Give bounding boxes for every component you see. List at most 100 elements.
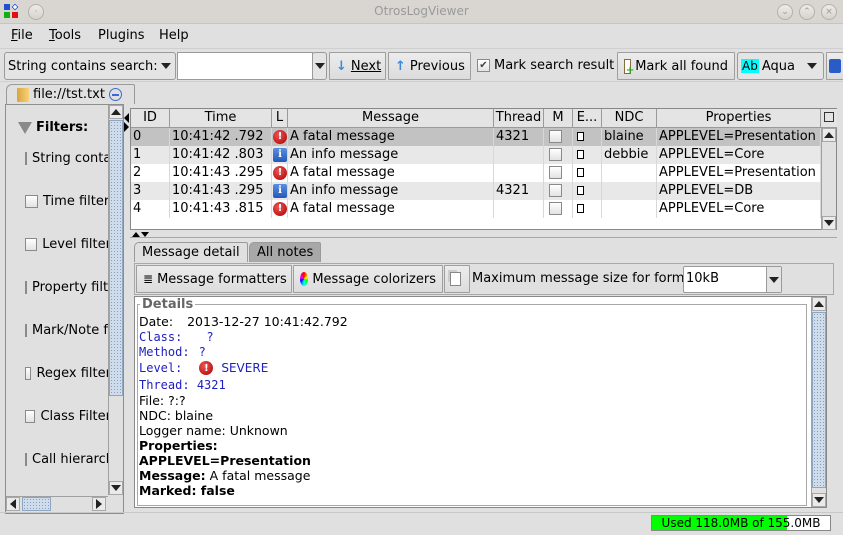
- arrow-down-icon: ↓: [336, 58, 347, 74]
- filter-icon: [18, 121, 32, 134]
- minimize-button[interactable]: ⌄: [777, 4, 793, 20]
- filter-time[interactable]: Time filter: [25, 192, 111, 210]
- details-panel: Details Date: 2013-12-27 10:41:42.792 Cla…: [134, 296, 827, 508]
- cell-ndc: blaine: [602, 128, 657, 146]
- fatal-level-icon: !: [273, 165, 287, 180]
- checkbox[interactable]: [25, 452, 27, 466]
- collapse-up-icon[interactable]: [132, 232, 140, 237]
- cell-time: 10:41:43 .295: [170, 182, 272, 200]
- collapse-down-icon[interactable]: [141, 232, 149, 237]
- copy-button[interactable]: [444, 265, 470, 293]
- cell-marked: [544, 146, 573, 164]
- message-formatters-button[interactable]: ≣ Message formatters: [136, 265, 292, 293]
- details-vertical-scrollbar[interactable]: [811, 297, 826, 507]
- table-row[interactable]: 0 10:41:42 .792! A fatal message 4321 blaine…: [131, 128, 821, 146]
- filters-vertical-scrollbar[interactable]: [108, 105, 123, 495]
- mark-all-found-button[interactable]: + Mark all found: [617, 52, 735, 80]
- max-size-select[interactable]: 10kB: [683, 266, 782, 293]
- checkbox[interactable]: [25, 151, 27, 165]
- checkbox[interactable]: [25, 280, 27, 294]
- filter-regex[interactable]: Regex filter: [25, 364, 111, 382]
- mark-search-result-checkbox[interactable]: ✔ Mark search result: [477, 58, 614, 73]
- menu-file[interactable]: File: [11, 28, 33, 43]
- checkbox[interactable]: [25, 366, 32, 380]
- column-header-extra[interactable]: E...: [573, 109, 602, 128]
- filter-level[interactable]: Level filter: [25, 235, 111, 253]
- search-input[interactable]: [177, 52, 313, 80]
- scroll-left-button[interactable]: [6, 497, 20, 511]
- column-header-ndc[interactable]: NDC: [602, 109, 657, 128]
- column-header-marked[interactable]: M: [544, 109, 573, 128]
- column-header-time[interactable]: Time: [170, 109, 272, 128]
- table-row[interactable]: 3 10:41:43 .295 i An info message 4321 APPLEV…: [131, 182, 821, 200]
- column-header-id[interactable]: ID: [131, 109, 170, 128]
- filters-horizontal-scrollbar[interactable]: [6, 496, 108, 511]
- column-header-level[interactable]: L: [272, 109, 288, 128]
- menu-plugins[interactable]: Plugins: [98, 28, 145, 43]
- next-button[interactable]: ↓ Next: [329, 52, 386, 80]
- checkbox[interactable]: [25, 237, 38, 251]
- fatal-level-icon: !: [273, 129, 287, 144]
- column-header-properties[interactable]: Properties: [657, 109, 821, 128]
- scroll-up-button[interactable]: [812, 297, 826, 311]
- filter-call-hierarchy[interactable]: Call hierarchy: [25, 450, 111, 468]
- scroll-thumb[interactable]: [22, 497, 51, 511]
- detail-properties-value: APPLEVEL=Presentation: [139, 453, 311, 468]
- expand-right-icon[interactable]: [124, 122, 129, 132]
- scroll-up-button[interactable]: [822, 128, 836, 142]
- filter-label: Call hierarchy: [32, 451, 111, 467]
- checkbox[interactable]: [25, 323, 27, 337]
- filter-class[interactable]: Class Filter: [25, 407, 111, 425]
- cell-level: !: [272, 200, 288, 218]
- filter-mark-note[interactable]: Mark/Note filter: [25, 321, 111, 339]
- mark-checkbox[interactable]: [549, 130, 562, 143]
- tab-message-detail[interactable]: Message detail: [134, 242, 248, 262]
- search-mode-select[interactable]: String contains search:: [4, 52, 176, 80]
- scroll-thumb[interactable]: [109, 120, 123, 396]
- scroll-down-button[interactable]: [812, 493, 826, 507]
- close-button[interactable]: ×: [821, 4, 837, 20]
- search-history-dropdown[interactable]: [312, 52, 327, 80]
- filter-string-contains[interactable]: String contains filter: [25, 149, 111, 167]
- checkbox[interactable]: [25, 409, 36, 423]
- column-chooser-button[interactable]: [821, 109, 837, 128]
- cell-properties: APPLEVEL=Presentation: [657, 164, 821, 182]
- column-header-message[interactable]: Message: [288, 109, 494, 128]
- scroll-right-button[interactable]: [92, 497, 106, 511]
- message-colorizers-button[interactable]: Message colorizers: [293, 265, 443, 293]
- column-header-thread[interactable]: Thread: [494, 109, 544, 128]
- table-row[interactable]: 2 10:41:43 .295! A fatal message APPLEVEL=P…: [131, 164, 821, 182]
- menu-help[interactable]: Help: [159, 28, 189, 43]
- scroll-down-button[interactable]: [109, 481, 123, 495]
- memory-status[interactable]: Used 118.0MB of 155.0MB: [651, 515, 831, 531]
- detail-level: Level:! SEVERE: [139, 361, 268, 375]
- mark-checkbox[interactable]: [549, 202, 562, 215]
- cell-id: 3: [131, 182, 170, 200]
- table-row[interactable]: 4 10:41:43 .815! A fatal message APPLEVEL=C…: [131, 200, 821, 218]
- scroll-up-button[interactable]: [109, 105, 123, 119]
- method-label: Method:: [139, 345, 190, 359]
- maximize-button[interactable]: ⌃: [799, 4, 815, 20]
- arrow-down-icon: [111, 485, 121, 491]
- cell-properties: APPLEVEL=Presentation: [657, 128, 821, 146]
- scroll-down-button[interactable]: [822, 216, 836, 230]
- mark-color-select[interactable]: Ab Aqua: [737, 52, 824, 80]
- close-tab-icon[interactable]: [108, 88, 122, 101]
- menu-tools[interactable]: Tools: [49, 28, 81, 43]
- mark-checkbox[interactable]: [549, 148, 562, 161]
- tab-file[interactable]: file://tst.txt: [6, 84, 135, 104]
- cell-extra: [573, 200, 602, 218]
- filter-property[interactable]: Property filter: [25, 278, 111, 296]
- tab-all-notes[interactable]: All notes: [249, 242, 322, 262]
- search-mode-value: String contains search:: [8, 58, 158, 74]
- mark-checkbox[interactable]: [549, 166, 562, 179]
- mark-checkbox[interactable]: [549, 184, 562, 197]
- table-row[interactable]: 1 10:41:42 .803 i An info message debbie APPL…: [131, 146, 821, 164]
- previous-button[interactable]: ↑ Previous: [388, 52, 471, 80]
- checkbox[interactable]: [25, 194, 38, 208]
- cell-ndc: [602, 200, 657, 218]
- overflow-button[interactable]: [826, 52, 843, 80]
- table-vertical-scrollbar[interactable]: [821, 128, 836, 230]
- scroll-thumb[interactable]: [812, 312, 826, 488]
- split-divider[interactable]: [130, 231, 837, 238]
